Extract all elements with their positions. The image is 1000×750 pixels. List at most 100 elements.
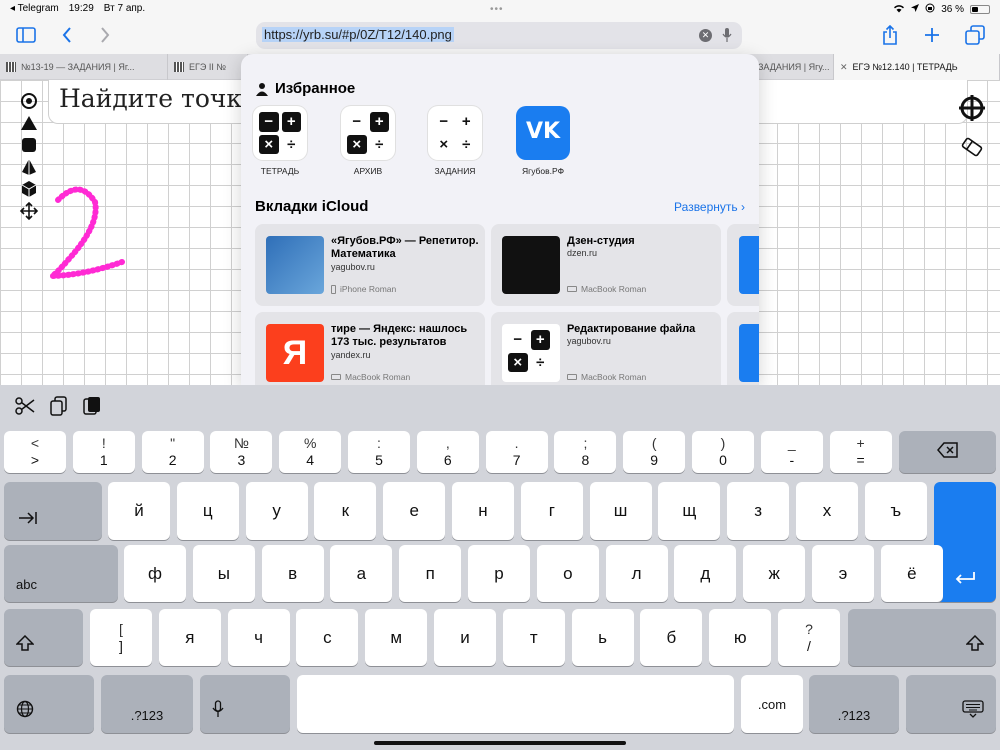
abc-key[interactable]: abc bbox=[4, 545, 118, 602]
sidebar-icon[interactable] bbox=[14, 24, 38, 46]
tab[interactable]: ЗАДАНИЯ | Ягу... bbox=[752, 54, 834, 80]
tab-key[interactable] bbox=[4, 482, 102, 540]
letter-key[interactable]: к bbox=[314, 482, 377, 540]
number-key[interactable]: ! 1 bbox=[72, 431, 135, 473]
letter-key[interactable]: з bbox=[727, 482, 790, 540]
number-key[interactable]: .7 bbox=[485, 431, 548, 473]
favorite-item[interactable]: VK Ягубов.РФ bbox=[508, 106, 578, 176]
letter-key[interactable]: э bbox=[812, 545, 874, 602]
number-key[interactable]: ,6 bbox=[416, 431, 479, 473]
letter-key[interactable]: в bbox=[261, 545, 324, 602]
address-bar[interactable]: https://yrb.su/#p/0Z/T12/140.png ✕ bbox=[256, 22, 742, 49]
delete-key[interactable] bbox=[899, 431, 996, 473]
letter-key[interactable]: ь bbox=[571, 609, 634, 666]
new-tab-icon[interactable] bbox=[920, 24, 944, 46]
letter-key[interactable]: ц bbox=[176, 482, 239, 540]
number-key[interactable]: (9 bbox=[623, 431, 686, 473]
dotcom-key[interactable]: .com bbox=[741, 675, 803, 733]
letter-key[interactable]: ф bbox=[124, 545, 186, 602]
letter-key[interactable]: о bbox=[536, 545, 599, 602]
favorite-item[interactable]: − + × ÷ АРХИВ bbox=[333, 106, 403, 176]
number-key[interactable]: _ - bbox=[760, 431, 823, 473]
numbers-key[interactable]: .?123 bbox=[101, 675, 193, 733]
number-key[interactable]: % 4 bbox=[279, 431, 342, 473]
tabs-overview-icon[interactable] bbox=[963, 24, 987, 46]
cube-tool-icon[interactable] bbox=[18, 178, 40, 200]
letter-key[interactable]: т bbox=[502, 609, 565, 666]
icloud-tab-card[interactable]: Я тире — Яндекс: нашлось 173 тыс. резуль… bbox=[255, 312, 485, 385]
letter-key[interactable]: д bbox=[674, 545, 737, 602]
crosshair-icon[interactable] bbox=[958, 94, 986, 122]
multitasking-dots-icon[interactable]: ••• bbox=[490, 4, 504, 15]
letter-key[interactable]: ъ bbox=[864, 482, 927, 540]
hide-keyboard-key[interactable] bbox=[906, 675, 996, 733]
letter-key[interactable]: п bbox=[399, 545, 462, 602]
square-tool-icon[interactable] bbox=[18, 134, 40, 156]
tab[interactable]: №13-19 — ЗАДАНИЯ | Яг... bbox=[0, 54, 168, 80]
pyramid-tool-icon[interactable] bbox=[18, 156, 40, 178]
dictation-key[interactable] bbox=[200, 675, 290, 733]
clear-url-icon[interactable]: ✕ bbox=[699, 29, 712, 42]
letter-key[interactable]: а bbox=[330, 545, 393, 602]
letter-key[interactable]: ж bbox=[743, 545, 806, 602]
number-key[interactable]: ; 8 bbox=[554, 431, 617, 473]
letter-key[interactable]: ы bbox=[192, 545, 255, 602]
numbers-key[interactable]: .?123 bbox=[809, 675, 899, 733]
expand-link[interactable]: Развернуть › bbox=[674, 200, 745, 214]
letter-key[interactable]: х bbox=[796, 482, 858, 540]
letter-key[interactable]: и bbox=[434, 609, 496, 666]
shift-right-key[interactable] bbox=[848, 609, 996, 666]
letter-key[interactable]: ю bbox=[709, 609, 772, 666]
letter-key[interactable]: г bbox=[520, 482, 583, 540]
icloud-tab-card-partial[interactable] bbox=[727, 312, 759, 385]
letter-key[interactable]: у bbox=[245, 482, 308, 540]
letter-key[interactable]: с bbox=[296, 609, 359, 666]
move-tool-icon[interactable] bbox=[18, 200, 40, 222]
cut-icon[interactable] bbox=[14, 395, 36, 417]
number-key[interactable]: ) 0 bbox=[692, 431, 754, 473]
microphone-icon[interactable] bbox=[722, 27, 732, 43]
letter-key[interactable]: б bbox=[640, 609, 703, 666]
close-tab-icon[interactable]: ✕ bbox=[840, 62, 848, 73]
forward-icon[interactable] bbox=[93, 24, 117, 46]
paste-icon[interactable] bbox=[80, 395, 102, 417]
letter-key[interactable]: щ bbox=[658, 482, 721, 540]
symbol-key[interactable]: ? / bbox=[778, 609, 840, 666]
letter-key[interactable]: н bbox=[452, 482, 514, 540]
letter-key[interactable]: я bbox=[158, 609, 221, 666]
tab-active[interactable]: ✕ ЕГЭ №12.140 | ТЕТРАДЬ bbox=[834, 54, 1000, 80]
letter-key[interactable]: р bbox=[468, 545, 530, 602]
letter-key[interactable]: ё bbox=[880, 545, 943, 602]
url-text[interactable]: https://yrb.su/#p/0Z/T12/140.png bbox=[262, 27, 454, 42]
globe-key[interactable] bbox=[4, 675, 94, 733]
letter-key[interactable]: е bbox=[383, 482, 446, 540]
number-key[interactable]: № 3 bbox=[210, 431, 273, 473]
number-key[interactable]: " 2 bbox=[141, 431, 204, 473]
return-key[interactable] bbox=[934, 482, 996, 602]
letter-key[interactable]: л bbox=[605, 545, 668, 602]
favorite-item[interactable]: − + × ÷ ТЕТРАДЬ bbox=[245, 106, 315, 176]
space-key[interactable] bbox=[297, 675, 734, 733]
triangle-tool-icon[interactable] bbox=[18, 112, 40, 134]
icloud-tab-card[interactable]: − + × ÷ Редактирование файла yagubov.ru Mac… bbox=[491, 312, 721, 385]
number-key[interactable]: < > bbox=[4, 431, 66, 473]
back-to-app-link[interactable]: ◂ Telegram bbox=[10, 3, 59, 14]
letter-key[interactable]: м bbox=[365, 609, 428, 666]
shift-left-key[interactable] bbox=[4, 609, 83, 666]
letter-key[interactable]: ч bbox=[227, 609, 290, 666]
eraser-icon[interactable] bbox=[958, 133, 986, 161]
point-tool-icon[interactable] bbox=[18, 90, 40, 112]
icloud-tab-card-partial[interactable] bbox=[727, 224, 759, 306]
icloud-tab-card[interactable]: «Ягубов.РФ» — Репетитор. Математика yagu… bbox=[255, 224, 485, 306]
number-key[interactable]: + = bbox=[829, 431, 892, 473]
symbol-key[interactable]: [] bbox=[90, 609, 152, 666]
copy-icon[interactable] bbox=[48, 395, 70, 417]
tab[interactable]: ЕГЭ II № bbox=[168, 54, 248, 80]
back-icon[interactable] bbox=[55, 24, 79, 46]
favorite-item[interactable]: − + × ÷ ЗАДАНИЯ bbox=[420, 106, 490, 176]
letter-key[interactable]: й bbox=[108, 482, 170, 540]
number-key[interactable]: :5 bbox=[348, 431, 410, 473]
share-icon[interactable] bbox=[878, 24, 902, 46]
letter-key[interactable]: ш bbox=[589, 482, 652, 540]
icloud-tab-card[interactable]: Дзен-студия dzen.ru MacBook Roman bbox=[491, 224, 721, 306]
